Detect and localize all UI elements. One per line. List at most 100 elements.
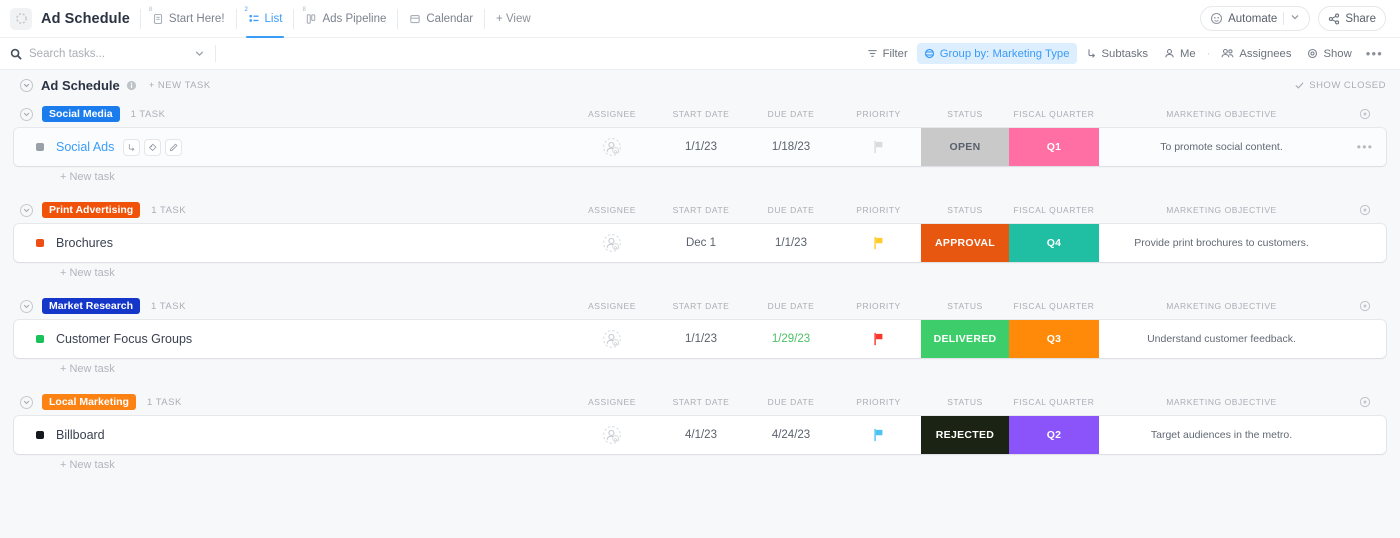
collapse-group-toggle[interactable] — [20, 204, 33, 217]
cell-due-date[interactable]: 1/29/23 — [746, 320, 836, 358]
me-filter-button[interactable]: Me — [1157, 43, 1203, 64]
cell-priority[interactable] — [836, 416, 921, 454]
tab-ads-pipeline[interactable]: 8 Ads Pipeline — [294, 0, 397, 37]
cell-marketing-objective[interactable]: Understand customer feedback. — [1099, 320, 1344, 358]
new-task-button[interactable]: + NEW TASK — [149, 80, 211, 91]
priority-flag-icon[interactable] — [872, 140, 885, 154]
cell-fiscal-quarter[interactable]: Q1 — [1009, 128, 1099, 166]
add-view-button[interactable]: + View — [485, 0, 542, 37]
add-column-button[interactable] — [1344, 108, 1386, 120]
chevron-down-icon[interactable] — [194, 48, 205, 59]
cell-assignee[interactable]: 0 — [568, 320, 656, 358]
task-status-dot[interactable] — [36, 143, 44, 151]
task-name[interactable]: Billboard — [56, 428, 105, 442]
fiscal-quarter-badge[interactable]: Q4 — [1009, 224, 1099, 262]
show-closed-toggle[interactable]: SHOW CLOSED — [1295, 80, 1386, 91]
row-more-button[interactable] — [1344, 224, 1386, 262]
cell-start-date[interactable]: 1/1/23 — [656, 128, 746, 166]
row-more-button[interactable] — [1344, 416, 1386, 454]
chevron-down-icon[interactable] — [1290, 12, 1300, 25]
collapse-group-toggle[interactable] — [20, 396, 33, 409]
add-new-task-button[interactable]: + New task — [14, 358, 1386, 380]
task-status-dot[interactable] — [36, 239, 44, 247]
cell-assignee[interactable]: 0 — [568, 416, 656, 454]
cell-assignee[interactable]: 0 — [568, 224, 656, 262]
cell-status[interactable]: APPROVAL — [921, 224, 1009, 262]
cell-fiscal-quarter[interactable]: Q3 — [1009, 320, 1099, 358]
collapse-group-toggle[interactable] — [20, 108, 33, 121]
add-column-button[interactable] — [1344, 204, 1386, 216]
avatar[interactable]: 0 — [602, 329, 622, 349]
share-button[interactable]: Share — [1318, 6, 1386, 31]
add-column-button[interactable] — [1344, 300, 1386, 312]
table-row[interactable]: Customer Focus Groups 0 1/1/23 1/29/23 D… — [14, 320, 1386, 358]
subtasks-button[interactable]: Subtasks — [1079, 43, 1155, 64]
cell-start-date[interactable]: Dec 1 — [656, 224, 746, 262]
search-box[interactable] — [10, 48, 205, 60]
fiscal-quarter-badge[interactable]: Q3 — [1009, 320, 1099, 358]
fiscal-quarter-badge[interactable]: Q2 — [1009, 416, 1099, 454]
tab-start-here[interactable]: 8 Start Here! — [141, 0, 236, 37]
status-badge[interactable]: DELIVERED — [921, 320, 1009, 358]
group-tag[interactable]: Market Research — [42, 298, 140, 314]
edit-icon[interactable] — [165, 139, 182, 156]
task-status-dot[interactable] — [36, 431, 44, 439]
filter-button[interactable]: Filter — [860, 43, 915, 64]
group-tag[interactable]: Social Media — [42, 106, 120, 122]
cell-assignee[interactable]: 0 — [568, 128, 656, 166]
avatar[interactable]: 0 — [602, 425, 622, 445]
row-more-button[interactable] — [1344, 320, 1386, 358]
table-row[interactable]: Brochures 0 Dec 1 1/1/23 APPROVAL Q4 — [14, 224, 1386, 262]
status-badge[interactable]: REJECTED — [921, 416, 1009, 454]
tab-calendar[interactable]: Calendar — [398, 0, 484, 37]
cell-due-date[interactable]: 4/24/23 — [746, 416, 836, 454]
avatar[interactable]: 0 — [602, 233, 622, 253]
cell-marketing-objective[interactable]: Target audiences in the metro. — [1099, 416, 1344, 454]
show-button[interactable]: Show — [1300, 43, 1358, 64]
cell-marketing-objective[interactable]: Provide print brochures to customers. — [1099, 224, 1344, 262]
table-row[interactable]: Social Ads 0 1/1/23 — [14, 128, 1386, 166]
info-icon[interactable] — [126, 80, 137, 91]
tag-icon[interactable] — [144, 139, 161, 156]
task-name[interactable]: Customer Focus Groups — [56, 332, 192, 346]
status-badge[interactable]: APPROVAL — [921, 224, 1009, 262]
priority-flag-icon[interactable] — [872, 236, 885, 250]
row-more-button[interactable]: ••• — [1344, 128, 1386, 166]
cell-fiscal-quarter[interactable]: Q2 — [1009, 416, 1099, 454]
cell-due-date[interactable]: 1/18/23 — [746, 128, 836, 166]
more-options-button[interactable]: ••• — [1361, 43, 1388, 64]
search-input[interactable] — [29, 48, 190, 60]
fiscal-quarter-badge[interactable]: Q1 — [1009, 128, 1099, 166]
task-status-dot[interactable] — [36, 335, 44, 343]
priority-flag-icon[interactable] — [872, 332, 885, 346]
group-tag[interactable]: Print Advertising — [42, 202, 140, 218]
space-icon[interactable] — [10, 8, 32, 30]
cell-status[interactable]: DELIVERED — [921, 320, 1009, 358]
table-row[interactable]: Billboard 0 4/1/23 4/24/23 REJECTED Q — [14, 416, 1386, 454]
group-by-button[interactable]: Group by: Marketing Type — [917, 43, 1077, 64]
add-new-task-button[interactable]: + New task — [14, 166, 1386, 188]
priority-flag-icon[interactable] — [872, 428, 885, 442]
cell-start-date[interactable]: 4/1/23 — [656, 416, 746, 454]
automate-button[interactable]: Automate — [1200, 6, 1310, 31]
cell-status[interactable]: OPEN — [921, 128, 1009, 166]
add-new-task-button[interactable]: + New task — [14, 262, 1386, 284]
add-new-task-button[interactable]: + New task — [14, 454, 1386, 476]
assignees-filter-button[interactable]: Assignees — [1214, 43, 1298, 64]
cell-due-date[interactable]: 1/1/23 — [746, 224, 836, 262]
cell-priority[interactable] — [836, 224, 921, 262]
group-tag[interactable]: Local Marketing — [42, 394, 136, 410]
cell-status[interactable]: REJECTED — [921, 416, 1009, 454]
collapse-group-toggle[interactable] — [20, 300, 33, 313]
task-name[interactable]: Social Ads — [56, 140, 114, 154]
cell-marketing-objective[interactable]: To promote social content. — [1099, 128, 1344, 166]
cell-start-date[interactable]: 1/1/23 — [656, 320, 746, 358]
task-name[interactable]: Brochures — [56, 236, 113, 250]
cell-priority[interactable] — [836, 320, 921, 358]
avatar[interactable]: 0 — [602, 137, 622, 157]
cell-fiscal-quarter[interactable]: Q4 — [1009, 224, 1099, 262]
status-badge[interactable]: OPEN — [921, 128, 1009, 166]
cell-priority[interactable] — [836, 128, 921, 166]
subtask-icon[interactable] — [123, 139, 140, 156]
tab-list[interactable]: 2 List — [237, 0, 294, 37]
